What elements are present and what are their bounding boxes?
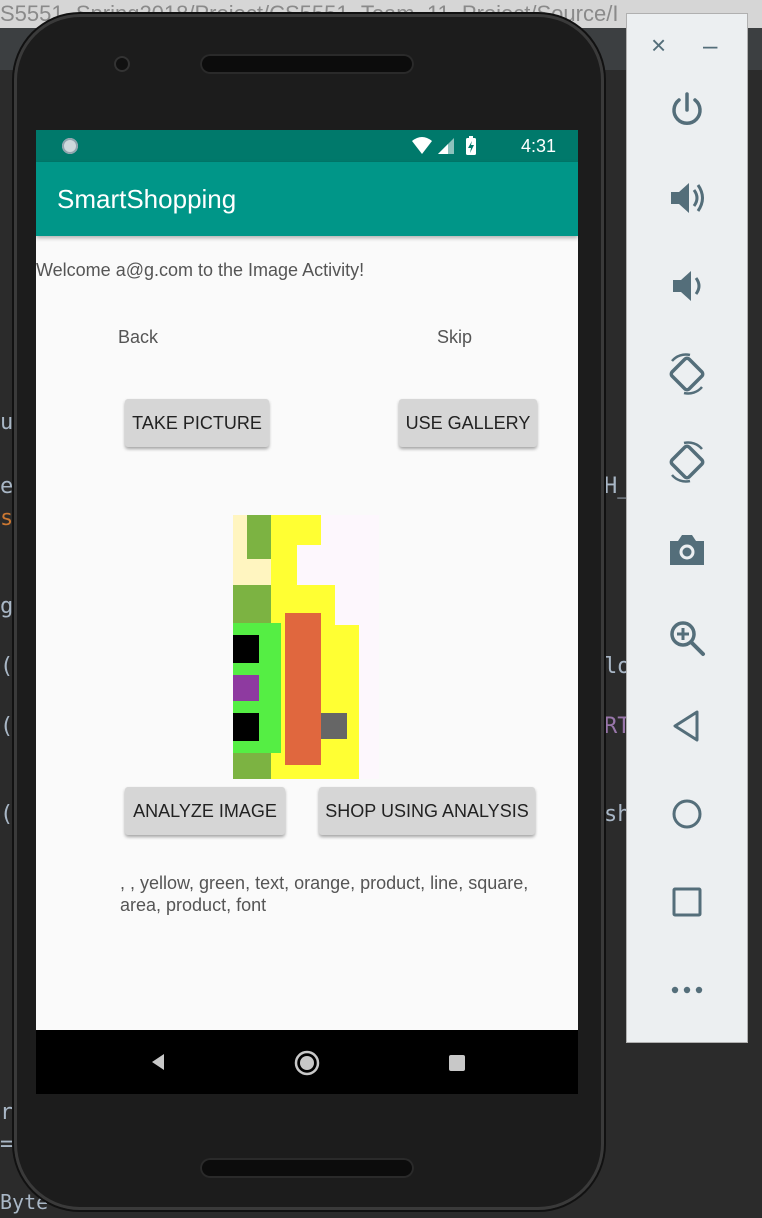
take-picture-button[interactable]: Take Picture — [125, 399, 269, 447]
more-icon[interactable] — [663, 966, 711, 1014]
overview-icon[interactable] — [663, 878, 711, 926]
back-triangle-icon[interactable] — [148, 1052, 168, 1072]
zoom-icon[interactable] — [663, 614, 711, 662]
earpiece-speaker — [200, 54, 414, 74]
front-camera — [114, 56, 130, 72]
device-screen: 4:31 SmartShopping Welcome a@g.com to th… — [36, 130, 578, 1094]
volume-down-icon[interactable] — [663, 262, 711, 310]
emulator-control-panel: × – — [627, 14, 747, 1042]
device-frame: 4:31 SmartShopping Welcome a@g.com to th… — [14, 14, 604, 1210]
notification-icon — [62, 138, 78, 154]
back-button[interactable]: Back — [118, 327, 158, 348]
signal-battery-icons — [410, 135, 496, 162]
use-gallery-button[interactable]: Use Gallery — [399, 399, 537, 447]
screenshot-camera-icon[interactable] — [663, 526, 711, 574]
skip-button[interactable]: Skip — [437, 327, 472, 348]
analysis-result-text: , , yellow, green, text, orange, product… — [120, 873, 529, 915]
rotate-right-icon[interactable] — [663, 438, 711, 486]
volume-up-icon[interactable] — [663, 174, 711, 222]
power-icon[interactable] — [663, 86, 711, 134]
bottom-speaker — [200, 1158, 414, 1178]
close-icon[interactable]: × — [651, 30, 666, 61]
status-bar: 4:31 — [36, 130, 578, 162]
analyze-image-button[interactable]: Analyze Image — [125, 787, 285, 835]
wifi-signal-battery-icon — [412, 136, 476, 155]
minimize-icon[interactable]: – — [703, 30, 717, 61]
status-time: 4:31 — [520, 136, 556, 156]
app-bar: SmartShopping — [36, 162, 578, 236]
recents-square-icon[interactable] — [448, 1054, 466, 1072]
shop-using-analysis-button[interactable]: Shop Using Analysis — [319, 787, 535, 835]
welcome-text: Welcome a@g.com to the Image Activity! — [36, 260, 365, 280]
home-icon[interactable] — [663, 790, 711, 838]
app-title: SmartShopping — [57, 184, 237, 214]
back-icon[interactable] — [663, 702, 711, 750]
rotate-left-icon[interactable] — [663, 350, 711, 398]
image-preview — [233, 515, 379, 779]
navigation-bar — [36, 1030, 578, 1094]
home-circle-icon[interactable] — [294, 1050, 320, 1076]
